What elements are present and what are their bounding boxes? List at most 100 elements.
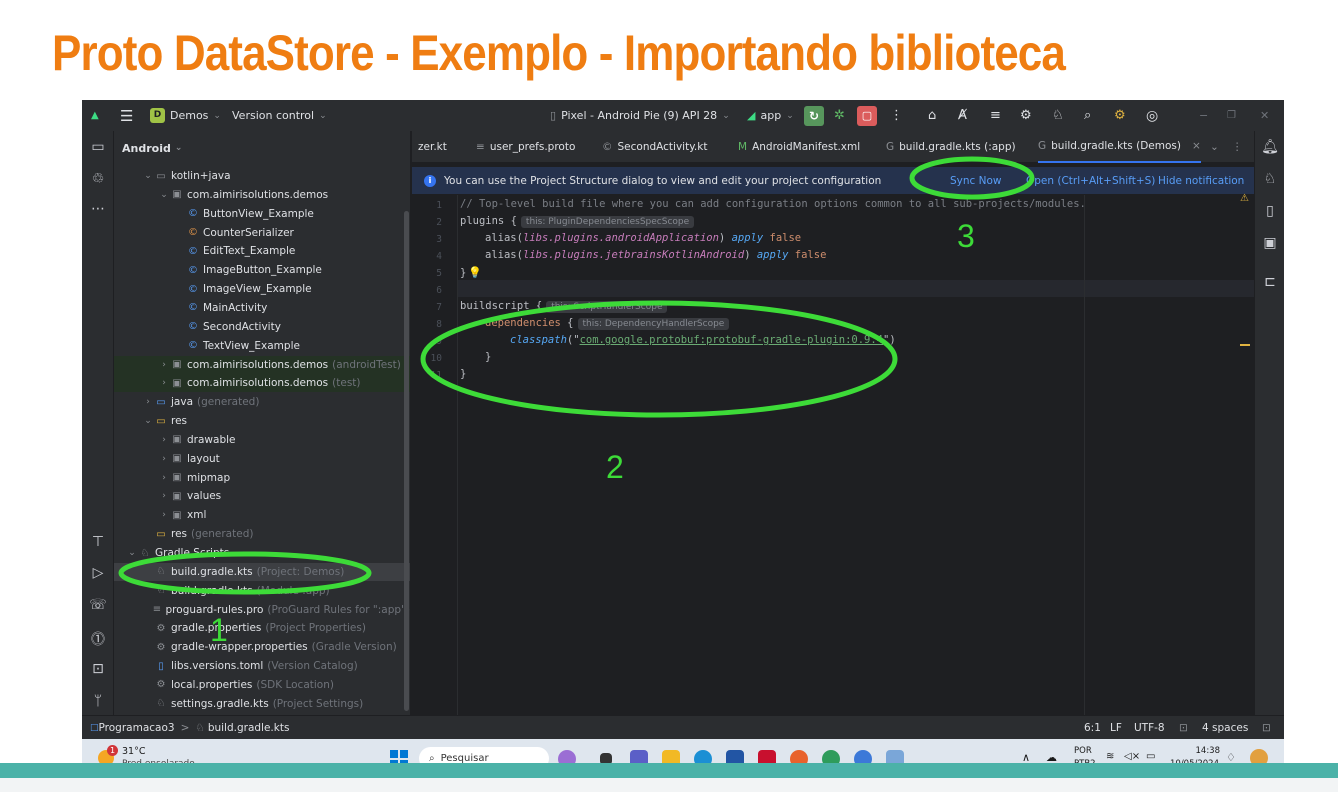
volume-icon[interactable]: ◁× [1124, 751, 1140, 762]
running-devices-icon[interactable]: ▣ [1255, 235, 1284, 251]
stop-button[interactable]: ▢ [857, 100, 877, 131]
build-hammer-icon[interactable]: ⊤ [82, 534, 114, 550]
restore-icon[interactable]: ❐ [1227, 100, 1236, 131]
tree-item[interactable]: › ▣ drawable [114, 431, 410, 449]
notifications-icon[interactable]: 🔔︎ [1255, 139, 1284, 155]
caret-position[interactable]: 6:1 [1084, 722, 1101, 734]
close-icon[interactable]: ✕ [1260, 100, 1269, 131]
logcat-icon[interactable]: ≡ [990, 100, 1001, 131]
more-tools-icon[interactable]: ⋯ [82, 201, 114, 217]
run-config-selector[interactable]: ◢ app ⌄ [747, 100, 794, 131]
tree-item[interactable]: › ▣ com.aimirisolutions.demos (androidTest) [114, 355, 410, 374]
search-icon[interactable]: ⌕ [1084, 100, 1091, 131]
clock-time[interactable]: 14:38 [1194, 746, 1221, 756]
tree-item[interactable]: ▯ libs.versions.toml (Version Catalog) [114, 657, 410, 675]
gradle-icon[interactable]: ♘ [1255, 171, 1284, 187]
file-encoding[interactable]: UTF-8 [1134, 722, 1165, 734]
tree-item[interactable]: ⚙ gradle-wrapper.properties (Gradle Versio… [114, 638, 410, 656]
tree-item[interactable]: › ▣ com.aimirisolutions.demos (test) [114, 374, 410, 393]
code-area[interactable]: 1 2 3 4 5 6 7 8 9 10 11 // Top-level build file wh… [412, 193, 1254, 715]
tree-item[interactable]: ⚙ gradle.properties (Project Properties) [114, 619, 410, 637]
scrollbar[interactable] [404, 211, 409, 711]
tree-item[interactable]: © SecondActivity [114, 318, 410, 336]
expand-arrow-icon[interactable]: › [158, 378, 170, 388]
tree-item[interactable]: © EditText_Example [114, 242, 410, 260]
git-icon[interactable]: ᛘ [82, 693, 114, 709]
minimize-icon[interactable]: − [1199, 100, 1208, 131]
project-view-selector[interactable]: Android ⌄ [114, 131, 410, 165]
tree-item[interactable]: › ▣ mipmap [114, 469, 410, 487]
line-separator[interactable]: LF [1110, 722, 1122, 734]
main-menu-icon[interactable]: ☰ [120, 100, 133, 131]
tree-item[interactable]: ⌄ ▭ res [114, 412, 410, 430]
expand-arrow-icon[interactable]: ⌄ [126, 548, 138, 558]
tree-item[interactable]: © TextView_Example [114, 337, 410, 355]
expand-arrow-icon[interactable]: ⌄ [158, 190, 170, 200]
tree-item[interactable]: ⌄ ▣ com.aimirisolutions.demos [114, 186, 410, 204]
expand-arrow-icon[interactable]: › [158, 435, 170, 445]
expand-arrow-icon[interactable]: › [158, 454, 170, 464]
tree-item[interactable]: › ▣ layout [114, 450, 410, 468]
tree-item[interactable]: ♘ build.gradle.kts (Project: Demos) [114, 562, 410, 581]
expand-arrow-icon[interactable]: › [158, 491, 170, 501]
more-actions-icon[interactable]: ⋮ [890, 100, 903, 131]
indent-setting[interactable]: 4 spaces [1202, 722, 1248, 734]
tree-item[interactable]: © ImageButton_Example [114, 261, 410, 279]
warning-icon[interactable]: ⚠ [1240, 193, 1249, 204]
tree-item[interactable]: › ▣ xml [114, 506, 410, 524]
tree-item[interactable]: ♘ build.gradle.kts (Module :app) [114, 582, 410, 600]
debug-icon[interactable]: ✲ [834, 100, 845, 131]
tree-item[interactable]: © ImageView_Example [114, 280, 410, 298]
problems-icon[interactable]: ⓵ [82, 629, 114, 649]
breadcrumb-file[interactable]: build.gradle.kts [208, 722, 290, 734]
editor-tab[interactable]: Gbuild.gradle.kts (Demos) × [1038, 131, 1201, 163]
tree-item[interactable]: © ButtonView_Example [114, 205, 410, 223]
rerun-button[interactable]: ↻ [804, 100, 824, 131]
tree-item[interactable]: ⚙ local.properties (SDK Location) [114, 676, 410, 694]
project-selector[interactable]: D Demos ⌄ [150, 100, 221, 131]
structure-icon[interactable]: ♲ [82, 171, 114, 187]
lightbulb-icon[interactable]: 💡 [468, 266, 482, 279]
profiler-icon[interactable]: ⚙ [1020, 100, 1032, 131]
device-selector[interactable]: ▯ Pixel - Android Pie (9) API 28 ⌄ [550, 100, 730, 131]
settings-icon[interactable]: ⚙ [1114, 100, 1126, 131]
project-folder-icon[interactable]: ▭ [82, 139, 114, 155]
open-project-structure-link[interactable]: Open (Ctrl+Alt+Shift+S) [1026, 175, 1155, 187]
readonly-toggle-icon[interactable]: ⊡ [1179, 722, 1188, 734]
tree-item[interactable]: ⌄ ▭ kotlin+java [114, 167, 410, 185]
wifi-icon[interactable]: ≋ [1106, 751, 1114, 762]
expand-arrow-icon[interactable]: › [158, 510, 170, 520]
expand-arrow-icon[interactable]: ⌄ [142, 171, 154, 181]
device-manager-icon[interactable]: ⌂ [928, 100, 936, 131]
editor-tab[interactable]: © SecondActivity.kt [602, 131, 707, 163]
editor-tab[interactable]: zer.kt [418, 131, 447, 163]
tree-item[interactable]: › ▣ values [114, 487, 410, 505]
expand-arrow-icon[interactable]: ⌄ [142, 416, 154, 426]
editor-tab[interactable]: Gbuild.gradle.kts (:app) [886, 131, 1016, 163]
translate-icon[interactable]: Ⱥ [958, 100, 967, 131]
device-manager-side-icon[interactable]: ▯ [1255, 203, 1284, 219]
tree-item[interactable]: ♘ settings.gradle.kts (Project Settings) [114, 695, 410, 713]
tabs-dropdown-icon[interactable]: ⌄ [1210, 131, 1219, 163]
app-inspection-icon[interactable]: ☏ [82, 597, 114, 613]
close-tab-icon[interactable]: × [1192, 140, 1201, 152]
tree-item[interactable]: ≡ proguard-rules.pro (ProGuard Rules for "… [114, 601, 410, 619]
account-icon[interactable]: ◎ [1146, 100, 1158, 131]
editor-tab[interactable]: M AndroidManifest.xml [738, 131, 860, 163]
tree-item[interactable]: © MainActivity [114, 299, 410, 317]
editor-tab[interactable]: ≡ user_prefs.proto [476, 131, 575, 163]
run-panel-icon[interactable]: ▷ [82, 565, 114, 581]
gradle-sync-icon[interactable]: ♘ [1052, 100, 1064, 131]
sync-now-link[interactable]: Sync Now [950, 175, 1002, 187]
tree-item[interactable]: © CounterSerializer [114, 224, 410, 242]
tree-item[interactable]: ▭ res (generated) [114, 525, 410, 543]
expand-arrow-icon[interactable]: › [142, 397, 154, 407]
lock-icon[interactable]: ⊡ [1262, 722, 1271, 734]
hide-notification-link[interactable]: Hide notification [1158, 175, 1244, 187]
device-explorer-icon[interactable]: ⊏ [1255, 274, 1284, 290]
language-code[interactable]: POR [1074, 746, 1092, 756]
battery-icon[interactable]: ▭ [1146, 751, 1155, 762]
tree-item[interactable]: › ▭ java (generated) [114, 393, 410, 411]
tabs-more-icon[interactable]: ⋮ [1232, 131, 1243, 163]
version-control-menu[interactable]: Version control ⌄ [232, 100, 327, 131]
